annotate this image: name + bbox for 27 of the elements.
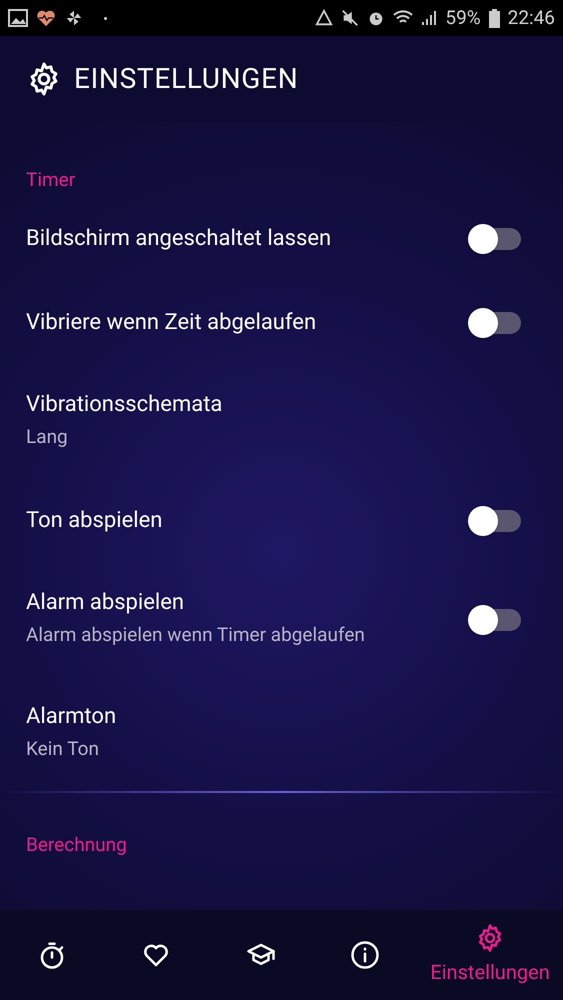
setting-title: Ton abspielen [26, 506, 164, 534]
settings-row[interactable]: Alarmton Kein Ton [0, 676, 563, 790]
battery-icon [488, 8, 500, 28]
setting-title: Vibriere wenn Zeit abgelaufen [26, 308, 318, 336]
signal-icon [421, 10, 438, 26]
setting-subtitle: Kein Ton [26, 736, 100, 762]
setting-title: Alarmton [26, 703, 118, 732]
setting-title: Alarm abspielen [26, 589, 186, 618]
setting-title: Vibrationsschemata [26, 391, 224, 420]
mute-icon [341, 9, 360, 27]
settings-row[interactable]: Ton abspielen [0, 478, 563, 562]
section-header: Berechnung [26, 832, 127, 856]
battery-percent: 59% [445, 4, 481, 31]
settings-row[interactable]: Vibrationsschemata Lang [0, 364, 563, 478]
heart-rate-icon [36, 9, 56, 27]
settings-row[interactable]: Vibriere wenn Zeit abgelaufen [0, 280, 563, 364]
settings-row[interactable]: Alarm abspielen Alarm abspielen wenn Timer abgelaufen [0, 562, 563, 676]
setting-subtitle: Lang [26, 424, 69, 450]
pinwheel-icon [64, 9, 84, 27]
clock-time: 22:46 [508, 4, 555, 31]
info-icon [350, 940, 380, 970]
section-header: Timer [26, 168, 76, 191]
page-title: EINSTELLUNGEN [74, 61, 298, 97]
settings-row[interactable]: Bildschirm angeschaltet lassen [0, 196, 563, 280]
setting-subtitle: Alarm abspielen wenn Timer abgelaufen [26, 622, 366, 648]
setting-title: Bildschirm angeschaltet lassen [26, 224, 332, 252]
image-icon [8, 9, 28, 27]
